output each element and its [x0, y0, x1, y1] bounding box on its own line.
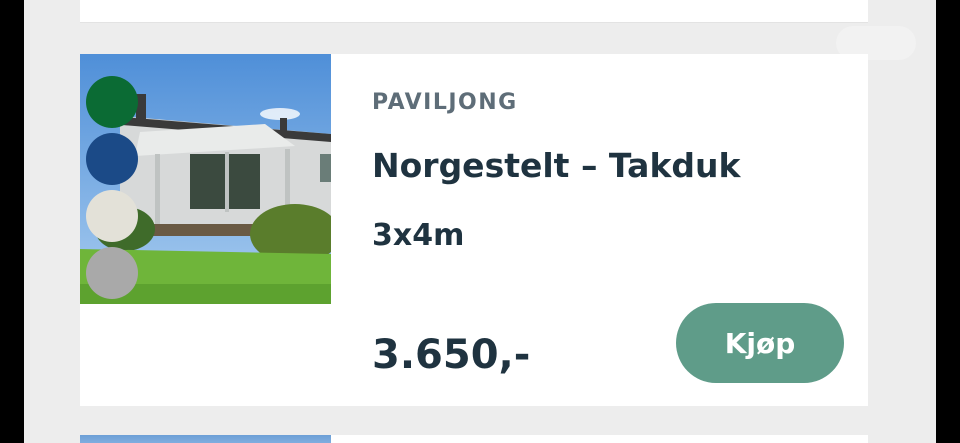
next-product-card[interactable] — [80, 435, 868, 443]
product-price: 3.650,- — [372, 332, 531, 378]
product-size: 3x4m — [372, 218, 465, 253]
product-card[interactable]: PAVILJONG Norgestelt – Takduk 3x4m 3.650… — [80, 54, 868, 406]
buy-button[interactable]: Kjøp — [676, 303, 844, 383]
phone-screen: PAVILJONG Norgestelt – Takduk 3x4m 3.650… — [24, 0, 936, 443]
product-title[interactable]: Norgestelt – Takduk — [372, 146, 740, 185]
product-category: PAVILJONG — [372, 90, 518, 115]
color-swatch-blue[interactable] — [86, 133, 138, 185]
color-swatch-green[interactable] — [86, 76, 138, 128]
next-product-image[interactable] — [80, 435, 331, 443]
previous-product-card — [80, 0, 868, 23]
product-image[interactable] — [80, 54, 331, 304]
color-swatch-off-white[interactable] — [86, 190, 138, 242]
color-swatch-grey[interactable] — [86, 247, 138, 299]
